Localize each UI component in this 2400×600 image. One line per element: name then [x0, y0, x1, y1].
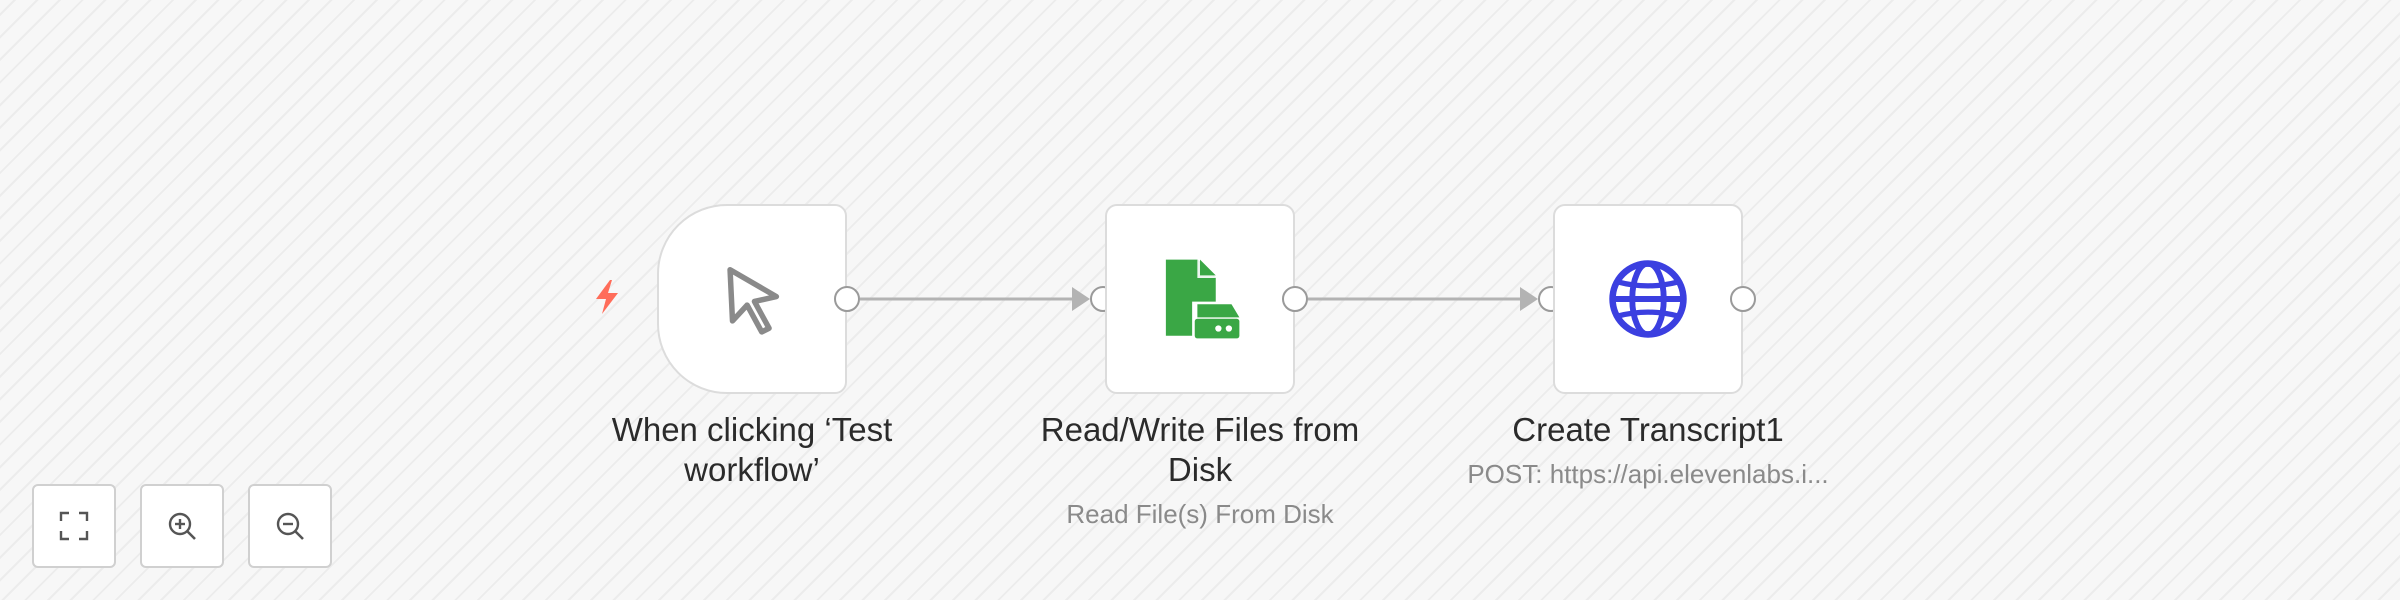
connection-arrow-2: [1520, 287, 1538, 311]
node-2-output-handle[interactable]: [1282, 286, 1308, 312]
cursor-icon: [727, 267, 780, 335]
node-read-write-files[interactable]: [1105, 204, 1295, 394]
node-1-label-line2: workflow’: [684, 451, 820, 488]
globe-icon: [1609, 260, 1687, 338]
node-manual-trigger[interactable]: [657, 204, 847, 394]
node-2-label: Read/Write Files from Disk: [1010, 410, 1390, 490]
trigger-bolt-icon: [596, 280, 618, 314]
node-3-label-line1: Create Transcript1: [1512, 411, 1784, 448]
node-3-label: Create Transcript1: [1458, 410, 1838, 450]
node-1-output-handle[interactable]: [834, 286, 860, 312]
node-1-label-line1: When clicking ‘Test: [611, 411, 893, 448]
node-1-label: When clicking ‘Test workflow’: [562, 410, 942, 490]
connection-arrow-1: [1072, 287, 1090, 311]
node-3-output-handle[interactable]: [1730, 286, 1756, 312]
zoom-out-button[interactable]: [248, 484, 332, 568]
node-2-label-line1: Read/Write Files from: [1040, 411, 1360, 448]
fit-view-button[interactable]: [32, 484, 116, 568]
fit-view-icon: [59, 511, 89, 541]
node-2-label-line2: Disk: [1167, 451, 1233, 488]
zoom-in-button[interactable]: [140, 484, 224, 568]
node-3-subtitle: POST: https://api.elevenlabs.i...: [1467, 459, 1829, 489]
zoom-in-icon: [168, 512, 196, 540]
node-create-transcript[interactable]: [1553, 204, 1743, 394]
workflow-canvas[interactable]: When clicking ‘Test workflow’ Read/Write…: [0, 0, 2400, 600]
file-disk-icon: [1165, 259, 1240, 339]
node-2-subtitle: Read File(s) From Disk: [1066, 499, 1334, 529]
zoom-out-icon: [276, 512, 304, 540]
